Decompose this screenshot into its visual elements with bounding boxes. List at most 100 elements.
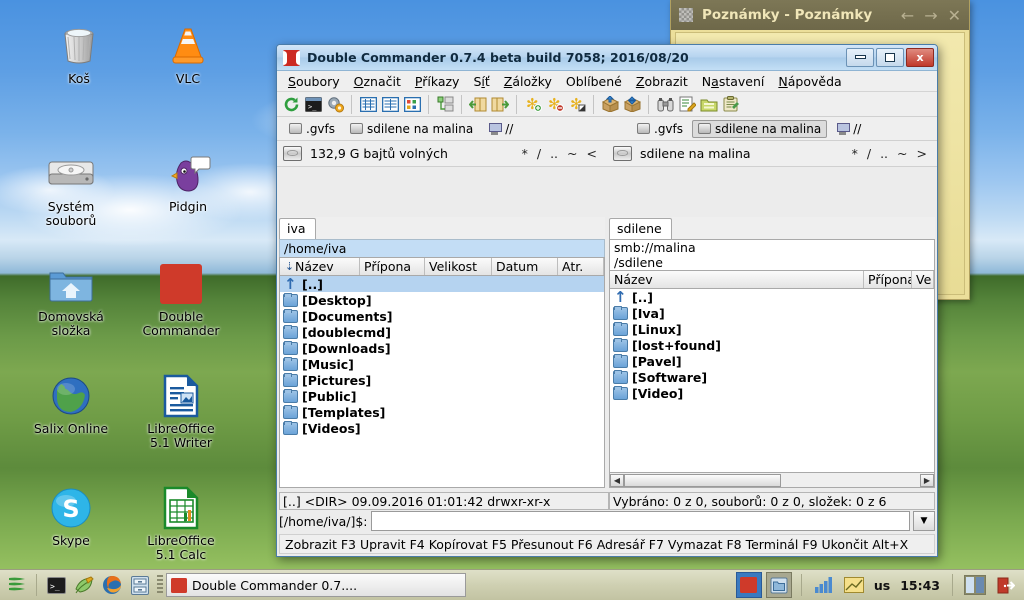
dc-function-key-bar[interactable]: Zobrazit F3 Upravit F4 Kopírovat F5 Přes…: [279, 534, 935, 554]
double-commander-tray-icon[interactable]: [736, 572, 762, 598]
table-row[interactable]: [Pavel]: [610, 353, 934, 369]
double-commander-window[interactable]: Double Commander 0.7.4 beta build 7058; …: [276, 44, 938, 557]
dc-drive-bar[interactable]: .gvfs sdilene na malina // .gvfs sdilene…: [277, 117, 937, 141]
column-header-date[interactable]: Datum: [492, 258, 558, 275]
desktop-icon-pidgin[interactable]: Pidgin: [133, 148, 243, 214]
file-archiver-launcher-icon[interactable]: [129, 574, 151, 596]
left-tab-iva[interactable]: iva: [279, 218, 316, 239]
scroll-thumb[interactable]: [624, 474, 781, 487]
refresh-icon[interactable]: [281, 94, 301, 114]
terminal-launcher-icon[interactable]: >_: [45, 574, 67, 596]
thumbnails-view-icon[interactable]: [402, 94, 422, 114]
search-binoculars-icon[interactable]: [655, 94, 675, 114]
taskbar-window-button[interactable]: Double Commander 0.7....: [166, 573, 466, 597]
table-row[interactable]: [Linux]: [610, 321, 934, 337]
left-file-list[interactable]: [..] [Desktop] [Documents] [doublecmd] […: [279, 276, 605, 488]
op-home[interactable]: ~: [567, 146, 577, 161]
command-input[interactable]: [371, 511, 910, 531]
menu-oblibene[interactable]: Oblíbené: [559, 72, 629, 91]
back-arrow-icon[interactable]: ←: [901, 6, 914, 25]
column-header-name[interactable]: Název: [610, 271, 864, 288]
drive-button-gvfs-left[interactable]: .gvfs: [283, 120, 341, 138]
column-header-name[interactable]: ⇣ Název: [280, 258, 360, 275]
left-path-bar[interactable]: /home/iva: [279, 239, 605, 257]
poznamky-titlebar[interactable]: Poznámky - Poznámky ← → ✕: [671, 0, 969, 30]
column-header-size[interactable]: Ve: [912, 271, 934, 288]
table-row[interactable]: [lost+found]: [610, 337, 934, 353]
menu-oznacit[interactable]: Označit: [347, 72, 408, 91]
maximize-button[interactable]: [876, 48, 904, 67]
op-star[interactable]: *: [522, 146, 528, 161]
close-icon[interactable]: ✕: [948, 6, 961, 25]
left-file-panel[interactable]: iva /home/iva ⇣ Název Přípona Velikost D…: [279, 217, 605, 488]
right-panel-horizontal-scrollbar[interactable]: ◀ ▶: [609, 473, 935, 488]
clock[interactable]: 15:43: [897, 578, 943, 593]
menu-prikazy[interactable]: Příkazy: [408, 72, 467, 91]
right-file-list[interactable]: [..] [Iva] [Linux] [lost+found] [Pavel] …: [609, 289, 935, 473]
taskbar[interactable]: >_ Double Commander 0.7.... us 15:43: [0, 569, 1024, 600]
right-path-bar[interactable]: smb://malina /sdilene: [609, 239, 935, 270]
table-row[interactable]: [Music]: [280, 356, 604, 372]
op-root[interactable]: /: [537, 146, 541, 161]
drag-handle-icon[interactable]: [157, 575, 163, 595]
drive-button-gvfs-right[interactable]: .gvfs: [631, 120, 689, 138]
op-star[interactable]: *: [852, 146, 858, 161]
copy-right-icon[interactable]: [490, 94, 510, 114]
right-file-panel[interactable]: sdilene smb://malina /sdilene Název Příp…: [609, 217, 935, 488]
workspace-pager-icon[interactable]: [962, 572, 988, 598]
table-row[interactable]: [Software]: [610, 369, 934, 385]
network-graph-icon[interactable]: [841, 572, 867, 598]
scroll-right-button[interactable]: ▶: [920, 474, 934, 487]
chevron-down-icon[interactable]: ▼: [913, 511, 935, 531]
dc-command-line[interactable]: [/home/iva/]$: ▼: [279, 510, 935, 532]
table-row[interactable]: [Public]: [280, 388, 604, 404]
column-header-extension[interactable]: Přípona: [864, 271, 912, 288]
mark-remove-icon[interactable]: ✻: [545, 94, 565, 114]
table-row[interactable]: [..]: [280, 276, 604, 292]
pack-icon[interactable]: [600, 94, 620, 114]
table-row[interactable]: [Video]: [610, 385, 934, 401]
settings-gear-icon[interactable]: [325, 94, 345, 114]
copy-left-icon[interactable]: [468, 94, 488, 114]
close-button[interactable]: x: [906, 48, 934, 67]
left-column-headers[interactable]: ⇣ Název Přípona Velikost Datum Atr.: [279, 257, 605, 276]
table-row[interactable]: [..]: [610, 289, 934, 305]
multi-rename-icon[interactable]: [677, 94, 697, 114]
op-up[interactable]: ..: [550, 146, 558, 161]
salix-menu-icon[interactable]: [6, 574, 28, 596]
minimize-button[interactable]: [846, 48, 874, 67]
desktop-icon-home[interactable]: Domovskásložka: [16, 258, 126, 338]
dc-toolbar[interactable]: >_ ✻ ✻ ✻: [277, 92, 937, 117]
table-row[interactable]: [Pictures]: [280, 372, 604, 388]
drive-button-sdilene-right[interactable]: sdilene na malina: [692, 120, 827, 138]
right-column-headers[interactable]: Název Přípona Ve: [609, 270, 935, 289]
desktop-icon-vlc[interactable]: VLC: [133, 20, 243, 86]
desktop-icon-double-commander[interactable]: DoubleCommander: [126, 258, 236, 338]
mark-invert-icon[interactable]: ✻: [567, 94, 587, 114]
menu-sit[interactable]: Síť: [466, 72, 496, 91]
right-panel-tabs[interactable]: sdilene: [609, 217, 935, 239]
column-header-size[interactable]: Velikost: [425, 258, 492, 275]
forward-arrow-icon[interactable]: →: [924, 6, 937, 25]
table-row[interactable]: [Downloads]: [280, 340, 604, 356]
unpack-icon[interactable]: [622, 94, 642, 114]
menu-zobrazit[interactable]: Zobrazit: [629, 72, 695, 91]
drive-button-network-left[interactable]: //: [482, 120, 519, 138]
left-panel-tabs[interactable]: iva: [279, 217, 605, 239]
table-row[interactable]: [Iva]: [610, 305, 934, 321]
op-up[interactable]: ..: [880, 146, 888, 161]
table-row[interactable]: [Templates]: [280, 404, 604, 420]
mark-add-icon[interactable]: ✻: [523, 94, 543, 114]
terminal-icon[interactable]: >_: [303, 94, 323, 114]
op-root[interactable]: /: [867, 146, 871, 161]
desktop-icon-libreoffice-writer[interactable]: LibreOffice5.1 Writer: [126, 370, 236, 450]
scroll-left-button[interactable]: ◀: [610, 474, 624, 487]
tree-view-icon[interactable]: [435, 94, 455, 114]
clipboard-icon[interactable]: [721, 94, 741, 114]
op-home[interactable]: ~: [897, 146, 907, 161]
drive-button-sdilene-left[interactable]: sdilene na malina: [344, 120, 479, 138]
text-editor-launcher-icon[interactable]: [73, 574, 95, 596]
menu-soubory[interactable]: Soubory: [281, 72, 347, 91]
table-row[interactable]: [Documents]: [280, 308, 604, 324]
menu-nastaveni[interactable]: Nastavení: [695, 72, 772, 91]
